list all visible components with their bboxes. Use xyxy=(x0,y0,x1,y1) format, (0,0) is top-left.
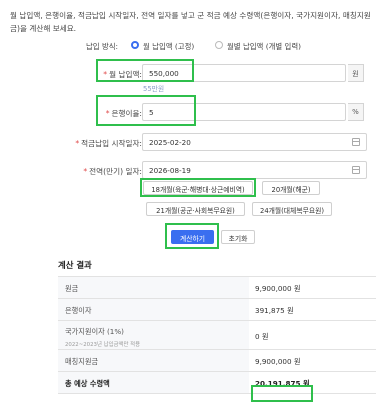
monthly-payment-unit: 원 xyxy=(348,64,364,82)
bank-rate-input[interactable]: 5 xyxy=(142,103,346,121)
bank-rate-label: * 은행이율: xyxy=(105,109,142,118)
duration-18-button[interactable]: 18개월(육군·해병대·상근예비역) xyxy=(143,181,253,195)
end-date-row: * 전역(만기) 일자: 2026-08-19 xyxy=(0,161,386,181)
monthly-payment-label: * 월 납입액: xyxy=(103,70,142,79)
monthly-payment-input[interactable]: 550,000 xyxy=(142,64,346,82)
start-date-row: * 적금납입 시작일자: 2025-02-20 xyxy=(0,133,386,153)
result-label: 은행이자 xyxy=(58,299,249,320)
result-value: 20,191,875 원 xyxy=(255,379,310,388)
result-value: 391,875 원 xyxy=(255,306,294,315)
duration-21-button[interactable]: 21개월(공군·사회복무요원) xyxy=(146,202,245,216)
bank-rate-unit: % xyxy=(348,103,364,121)
result-value: 9,900,000 원 xyxy=(255,284,301,293)
result-row-total: 총 예상 수령액 20,191,875 원 xyxy=(58,372,376,394)
end-date-label: * 전역(만기) 일자: xyxy=(83,167,142,176)
result-label: 국가지원이자 (1%) 2022~2023년 납입금액만 적용 xyxy=(58,321,249,349)
radio-fixed-label[interactable]: 월 납입액 (고정) xyxy=(143,41,194,52)
calendar-icon[interactable] xyxy=(352,166,360,174)
payment-mode-row: 납입 방식: 월 납입액 (고정) 월별 납입액 (개별 입력) xyxy=(0,40,386,52)
end-date-value: 2026-08-19 xyxy=(149,166,191,175)
monthly-payment-hint: 55만원 xyxy=(143,85,165,93)
payment-mode-label: 납입 방식: xyxy=(86,42,119,51)
result-label: 매칭지원금 xyxy=(58,350,249,371)
results-table: 원금 9,900,000 원 은행이자 391,875 원 국가지원이자 (1%… xyxy=(58,276,376,394)
calculate-button[interactable]: 계산하기 xyxy=(171,230,214,244)
result-label: 원금 xyxy=(58,277,249,298)
result-row-matching: 매칭지원금 9,900,000 원 xyxy=(58,350,376,372)
calendar-icon[interactable] xyxy=(352,138,360,146)
result-row-national-interest: 국가지원이자 (1%) 2022~2023년 납입금액만 적용 0 원 xyxy=(58,321,376,350)
start-date-label: * 적금납입 시작일자: xyxy=(75,139,142,148)
radio-fixed-button[interactable] xyxy=(131,41,139,49)
result-label: 총 예상 수령액 xyxy=(58,372,249,393)
start-date-value: 2025-02-20 xyxy=(149,138,191,147)
reset-button[interactable]: 초기화 xyxy=(221,230,255,244)
results-title: 계산 결과 xyxy=(58,260,92,270)
duration-20-button[interactable]: 20개월(해군) xyxy=(262,181,320,195)
duration-24-button[interactable]: 24개월(대체복무요원) xyxy=(252,202,332,216)
radio-individual-label[interactable]: 월별 납입액 (개별 입력) xyxy=(227,41,301,52)
result-note: 2022~2023년 납입금액만 적용 xyxy=(65,342,141,348)
result-value: 9,900,000 원 xyxy=(255,357,301,366)
result-row-bank-interest: 은행이자 391,875 원 xyxy=(58,299,376,321)
result-value: 0 원 xyxy=(255,332,269,341)
intro-text: 월 납입액, 은행이율, 적금납입 시작일자, 전역 일자를 넣고 군 적금 예… xyxy=(10,11,371,33)
end-date-input[interactable]: 2026-08-19 xyxy=(142,161,367,179)
monthly-payment-row: * 월 납입액: 550,000 원 xyxy=(0,64,386,84)
bank-rate-row: * 은행이율: 5 % xyxy=(0,103,386,123)
start-date-input[interactable]: 2025-02-20 xyxy=(142,133,367,151)
result-row-principal: 원금 9,900,000 원 xyxy=(58,277,376,299)
result-label-text: 국가지원이자 (1%) xyxy=(65,327,124,336)
radio-individual-button[interactable] xyxy=(215,41,223,49)
